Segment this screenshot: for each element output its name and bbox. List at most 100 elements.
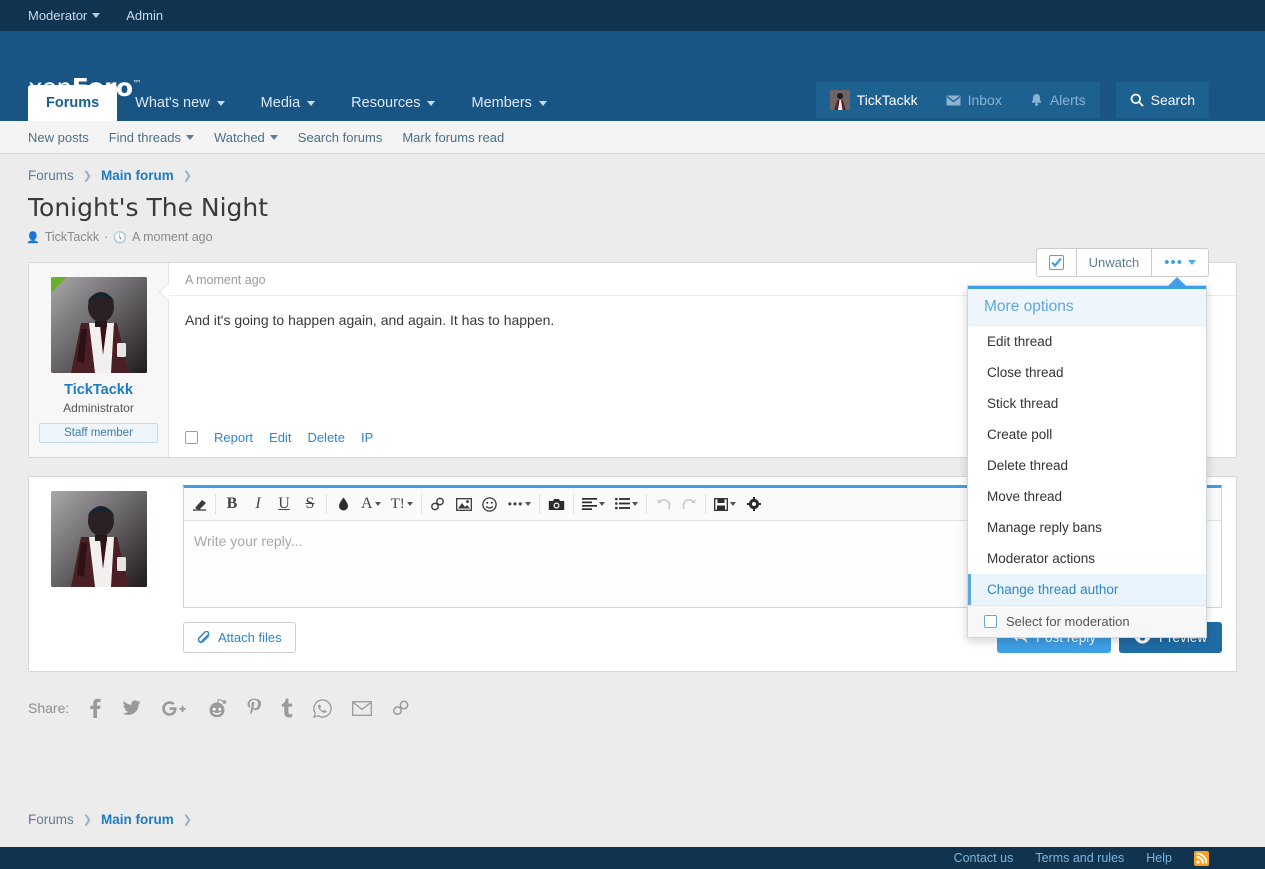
chevron-down-icon [427,100,436,106]
menu-item-moderator-actions[interactable]: Moderator actions [968,543,1206,574]
header-alerts-link[interactable]: Alerts [1016,82,1100,118]
subnav-item-search-forums[interactable]: Search forums [298,130,383,145]
post-author-name[interactable]: TickTackk [39,382,158,398]
nav-tab-whats-new[interactable]: What's new [117,85,243,121]
checkbox-checked-icon [1048,255,1064,270]
breadcrumb-item-forums[interactable]: Forums [28,168,74,183]
menu-item-delete-thread[interactable]: Delete thread [968,450,1206,481]
select-for-moderation-label: Select for moderation [1006,614,1130,629]
post-select-checkbox[interactable] [185,431,198,444]
post-action-delete[interactable]: Delete [307,430,345,445]
chevron-down-icon [632,502,639,506]
tumblr-icon[interactable] [281,698,293,718]
staff-member-badge: Staff member [39,423,158,443]
site-footer: Contact us Terms and rules Help [0,847,1265,869]
subnav-item-watched[interactable]: Watched [214,130,278,145]
settings-gear-icon[interactable] [741,488,767,520]
online-indicator-icon [50,277,67,293]
subnav-item-new-posts[interactable]: New posts [28,130,89,145]
more-dots-icon: ••• [1164,254,1183,271]
chevron-down-icon [538,100,547,106]
nav-tab-forums[interactable]: Forums [28,85,118,121]
footer-link-help[interactable]: Help [1146,851,1172,865]
header-account-link[interactable]: TickTackk [816,82,932,118]
subnav-item-mark-forums-read[interactable]: Mark forums read [402,130,504,145]
font-family-icon[interactable]: A [356,488,386,520]
modbar-item-moderator[interactable]: Moderator [28,8,101,23]
breadcrumb-item-main-forum[interactable]: Main forum [101,168,174,183]
unwatch-button[interactable]: Unwatch [1075,248,1153,277]
menu-item-close-thread[interactable]: Close thread [968,357,1206,388]
thread-byline: 👤 TickTackk · 🕔 A moment ago [26,230,1265,244]
italic-icon[interactable]: I [245,488,271,520]
breadcrumb-bottom-item-forums[interactable]: Forums [28,812,74,827]
nav-tab-media[interactable]: Media [243,85,334,121]
font-family-glyph: A [361,495,373,512]
chevron-down-icon [269,134,278,140]
pinterest-icon[interactable] [247,698,262,718]
header-search-label: Search [1150,92,1195,108]
bold-icon[interactable]: B [219,488,245,520]
undo-icon[interactable] [650,488,676,520]
post-action-report[interactable]: Report [214,430,253,445]
breadcrumb-bottom-item-main-forum[interactable]: Main forum [101,812,174,827]
smilie-icon[interactable] [477,488,503,520]
link-icon[interactable] [425,488,451,520]
menu-item-move-thread[interactable]: Move thread [968,481,1206,512]
align-icon[interactable] [577,488,610,520]
font-size-icon[interactable]: T! [386,488,418,520]
rss-icon[interactable] [1194,850,1209,866]
underline-icon[interactable]: U [271,488,297,520]
menu-item-stick-thread[interactable]: Stick thread [968,388,1206,419]
menu-item-change-thread-author[interactable]: Change thread author [968,574,1206,605]
twitter-icon[interactable] [121,699,141,717]
menu-item-select-for-moderation[interactable]: Select for moderation [968,605,1206,637]
toolbar-separator [573,494,575,514]
chevron-down-icon [406,502,413,506]
reddit-icon[interactable] [207,699,227,717]
toolbar-separator [420,494,422,514]
camera-icon[interactable] [543,488,570,520]
image-icon[interactable] [451,488,477,520]
toolbar-separator [215,494,216,514]
subnav-watched-label: Watched [213,129,265,145]
footer-link-terms-and-rules[interactable]: Terms and rules [1035,851,1124,865]
more-tools-icon[interactable]: ••• [503,488,537,520]
avatar [829,90,850,110]
more-options-button[interactable]: ••• [1151,248,1209,277]
nav-tab-resources[interactable]: Resources [333,85,453,121]
post-action-edit[interactable]: Edit [269,430,291,445]
subnav-search-forums-label: Search forums [297,129,383,145]
page-title: Tonight's The Night [28,193,269,222]
post-action-ip[interactable]: IP [361,430,373,445]
nav-tab-resources-label: Resources [351,95,421,111]
google-plus-icon[interactable] [161,700,187,717]
list-icon[interactable] [610,488,643,520]
menu-item-edit-thread[interactable]: Edit thread [968,326,1206,357]
chevron-down-icon [216,100,225,106]
nav-tab-members[interactable]: Members [453,85,564,121]
email-icon[interactable] [352,700,373,716]
menu-item-create-poll[interactable]: Create poll [968,419,1206,450]
menu-item-manage-reply-bans[interactable]: Manage reply bans [968,512,1206,543]
footer-link-contact-us[interactable]: Contact us [954,851,1014,865]
remove-formatting-icon[interactable] [186,488,212,520]
more-tools-glyph: ••• [507,497,524,511]
link-icon[interactable] [392,700,410,716]
redo-icon[interactable] [676,488,702,520]
avatar[interactable] [50,277,147,373]
text-color-icon[interactable] [330,488,356,520]
subnav-item-find-threads[interactable]: Find threads [109,130,194,145]
strikethrough-icon[interactable]: S [297,488,323,520]
breadcrumb-bottom: Forums ❯ Main forum ❯ [28,812,192,827]
header-search-link[interactable]: Search [1116,82,1209,118]
attach-files-button[interactable]: Attach files [183,622,296,653]
whatsapp-icon[interactable] [313,698,332,718]
watch-toggle-button[interactable] [1035,248,1077,277]
modbar-item-admin[interactable]: Admin [126,8,163,23]
chevron-right-icon: ❯ [182,814,192,826]
select-for-moderation-checkbox[interactable] [984,615,997,628]
header-inbox-link[interactable]: Inbox [932,82,1016,118]
facebook-icon[interactable] [89,698,101,718]
draft-icon[interactable] [709,488,741,520]
